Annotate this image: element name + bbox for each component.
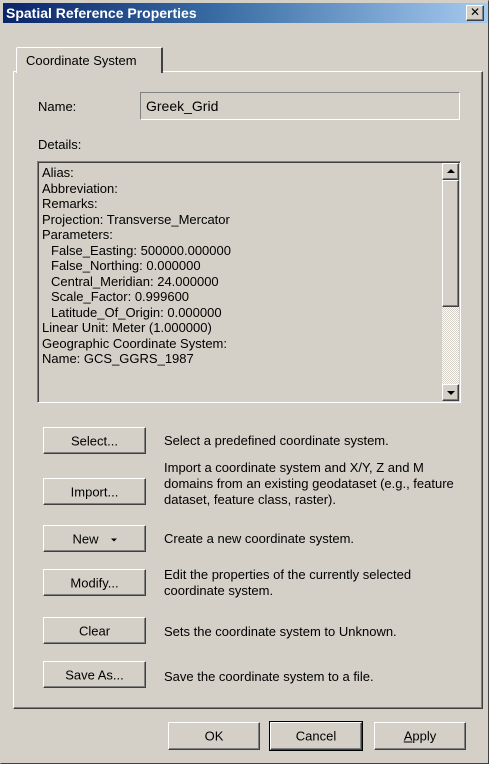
scroll-down-arrow-icon: [447, 391, 455, 395]
new-button[interactable]: New: [43, 525, 146, 552]
select-description: Select a predefined coordinate system.: [164, 433, 389, 448]
ok-button[interactable]: OK: [168, 722, 260, 750]
scroll-up-button[interactable]: [442, 163, 459, 180]
import-description: Import a coordinate system and X/Y, Z an…: [164, 460, 454, 507]
details-scrollbar[interactable]: [442, 163, 459, 401]
modify-button-label: Modify...: [70, 575, 119, 590]
clear-description: Sets the coordinate system to Unknown.: [164, 624, 397, 639]
window-title: Spatial Reference Properties: [6, 5, 197, 21]
save-as-description: Save the coordinate system to a file.: [164, 669, 374, 684]
details-text: Alias: Abbreviation: Remarks: Projection: T…: [42, 165, 440, 399]
save-as-button-label: Save As...: [65, 667, 124, 682]
details-line: False_Easting: 500000.000000: [51, 242, 231, 258]
details-line: Latitude_Of_Origin: 0.000000: [51, 304, 222, 320]
select-button[interactable]: Select...: [43, 427, 146, 454]
modify-button[interactable]: Modify...: [43, 569, 146, 596]
apply-button[interactable]: Apply: [374, 722, 466, 750]
scroll-thumb[interactable]: [442, 180, 459, 307]
details-line: Central_Meridian: 24.000000: [51, 273, 219, 289]
clear-button-label: Clear: [78, 623, 111, 638]
import-button-label: Import...: [70, 484, 119, 499]
title-bar[interactable]: Spatial Reference Properties ✕: [3, 3, 488, 23]
cancel-button-label: Cancel: [295, 728, 337, 744]
name-field: Greek_Grid: [140, 92, 460, 120]
details-line: Projection: Transverse_Mercator: [42, 211, 230, 227]
import-button[interactable]: Import...: [43, 478, 146, 505]
ok-button-label: OK: [204, 728, 224, 744]
details-line: Scale_Factor: 0.999600: [51, 289, 190, 304]
modify-description: Edit the properties of the currently sel…: [164, 567, 412, 598]
clear-button[interactable]: Clear: [43, 617, 146, 644]
details-line: Geographic Coordinate System:: [42, 335, 227, 351]
details-line: Alias:: [42, 165, 74, 180]
details-textbox[interactable]: Alias: Abbreviation: Remarks: Projection: T…: [37, 161, 461, 403]
tab-coordinate-system[interactable]: Coordinate System: [16, 47, 163, 73]
details-line: Remarks:: [42, 196, 98, 211]
cancel-button[interactable]: Cancel: [269, 721, 363, 751]
scroll-up-arrow-icon: [447, 169, 455, 173]
details-label: Details:: [38, 137, 82, 152]
new-description: Create a new coordinate system.: [164, 531, 355, 546]
dropdown-arrow-icon: [110, 538, 117, 542]
close-icon: ✕: [469, 5, 481, 19]
select-button-label: Select...: [71, 433, 118, 448]
apply-button-label: pply: [412, 728, 437, 744]
tab-label: Coordinate System: [26, 53, 137, 68]
details-line: Abbreviation:: [42, 180, 118, 196]
details-line: Name: GCS_GGRS_1987: [42, 351, 194, 366]
name-label: Name:: [38, 99, 77, 114]
details-line: Parameters:: [42, 227, 113, 242]
name-value: Greek_Grid: [146, 98, 219, 114]
details-line: False_Northing: 0.000000: [51, 258, 201, 273]
save-as-button[interactable]: Save As...: [43, 661, 146, 688]
new-button-label: New: [72, 531, 99, 546]
details-line: Linear Unit: Meter (1.000000): [42, 320, 212, 335]
spatial-reference-properties-dialog: Spatial Reference Properties ✕ Coordinat…: [0, 0, 489, 764]
scroll-down-button[interactable]: [442, 384, 459, 401]
close-button[interactable]: ✕: [466, 5, 484, 21]
